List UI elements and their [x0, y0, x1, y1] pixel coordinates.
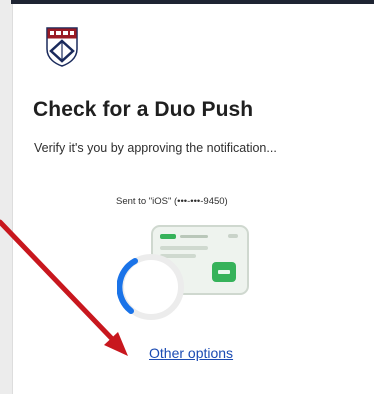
instruction-text: Verify it's you by approving the notific…	[34, 141, 277, 155]
duo-prompt-card: Check for a Duo Push Verify it's you by …	[12, 4, 374, 394]
page-title: Check for a Duo Push	[33, 98, 254, 121]
device-info: Sent to "iOS" (•••-•••-9450)	[116, 196, 228, 207]
other-options-link[interactable]: Other options	[149, 345, 233, 361]
loading-spinner-icon	[117, 254, 184, 320]
university-shield-icon	[46, 27, 78, 67]
